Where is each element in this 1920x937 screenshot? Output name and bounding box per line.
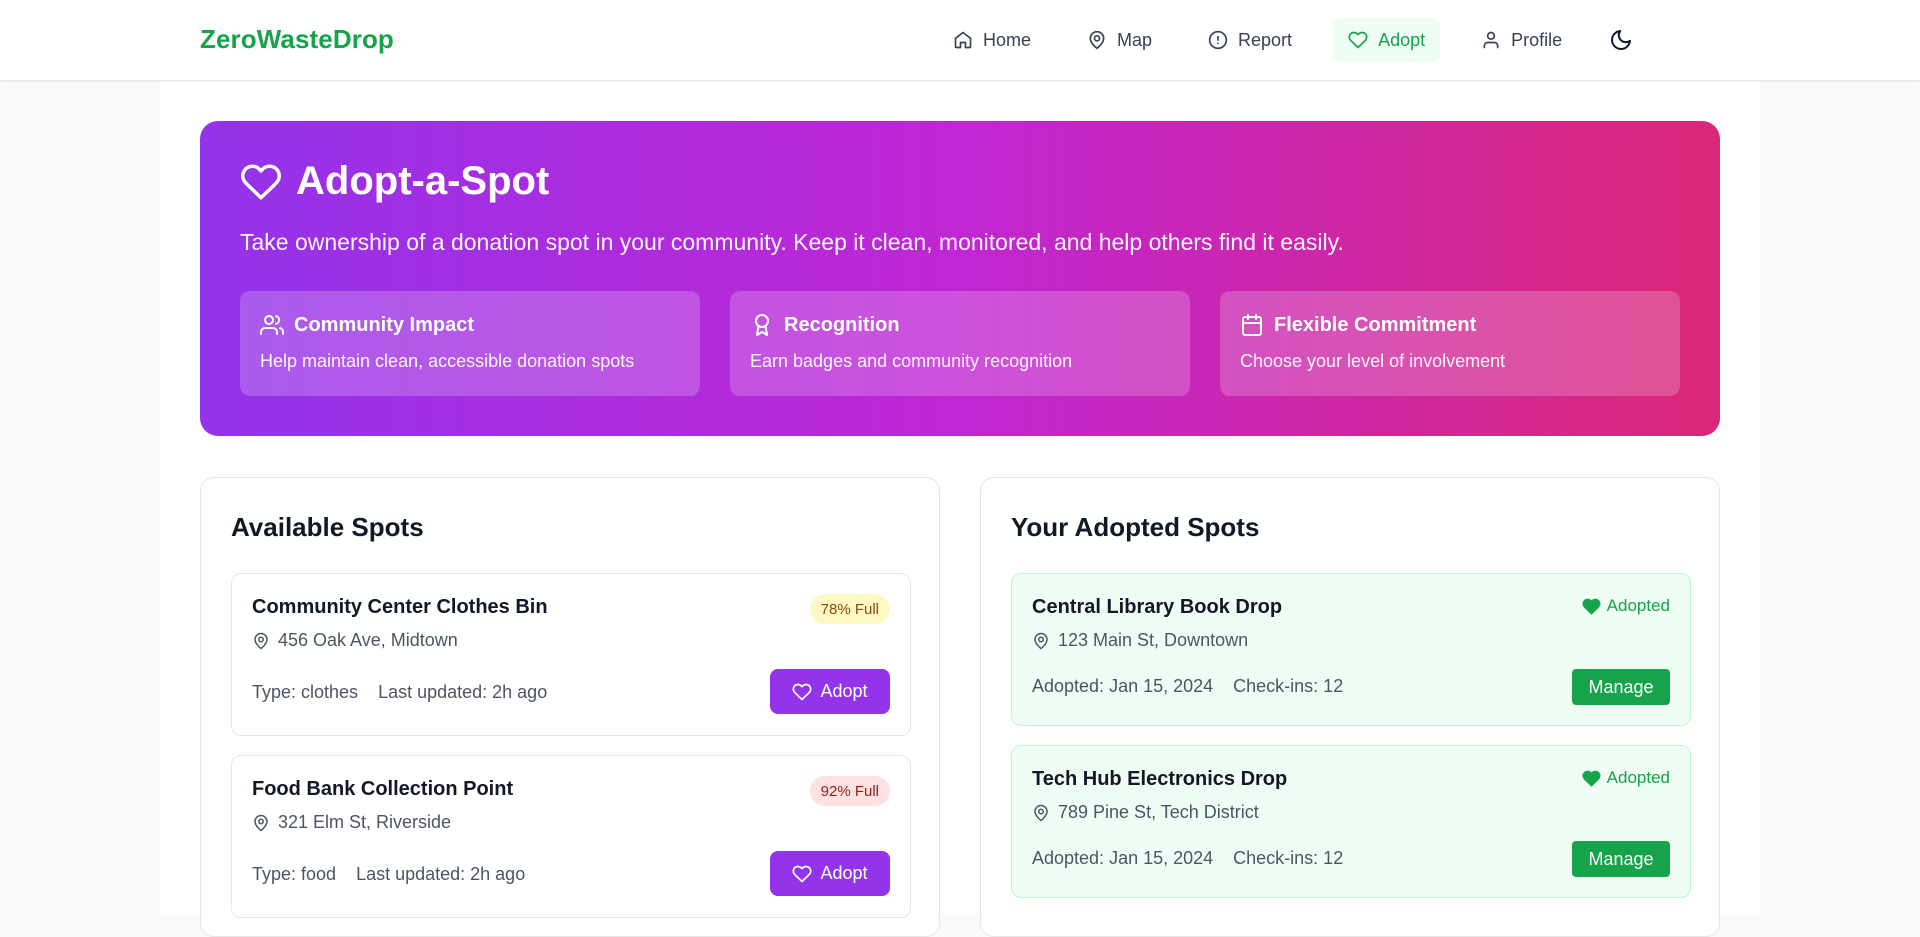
spot-last-updated: Last updated: 2h ago	[378, 682, 548, 702]
manage-button[interactable]: Manage	[1572, 669, 1670, 705]
page-content: Adopt-a-Spot Take ownership of a donatio…	[160, 81, 1760, 937]
spot-name: Food Bank Collection Point	[252, 778, 514, 800]
spot-card: Food Bank Collection Point 92% Full 321 …	[231, 755, 911, 918]
spot-meta: Type: food Last updated: 2h ago	[252, 864, 525, 885]
adopt-button-label: Adopt	[820, 863, 868, 883]
home-icon	[954, 31, 972, 49]
heart-filled-icon	[1582, 770, 1601, 786]
user-icon	[1483, 31, 1499, 49]
adopted-date: Adopted: Jan 15, 2024	[1032, 848, 1214, 868]
adopted-status: Adopted	[1582, 768, 1670, 788]
theme-toggle-button[interactable]	[1601, 20, 1641, 60]
hero-title: Adopt-a-Spot	[240, 159, 549, 204]
heart-icon	[792, 865, 812, 882]
feature-header: Recognition	[750, 313, 1170, 337]
adopted-spot-card: Tech Hub Electronics Drop Adopted 789 Pi…	[1011, 745, 1691, 898]
feature-description: Help maintain clean, accessible donation…	[260, 351, 635, 371]
adopted-date: Adopted: Jan 15, 2024	[1032, 676, 1214, 696]
map-pin-icon	[1089, 30, 1105, 50]
users-icon	[260, 315, 284, 335]
panel-title: Your Adopted Spots	[1011, 512, 1260, 542]
spot-meta: Type: clothes Last updated: 2h ago	[252, 682, 547, 703]
hero-subtitle: Take ownership of a donation spot in you…	[240, 229, 1344, 255]
nav-item-label: Report	[1238, 29, 1293, 50]
feature-description: Earn badges and community recognition	[750, 351, 1073, 371]
spot-meta: Adopted: Jan 15, 2024 Check-ins: 12	[1032, 676, 1343, 697]
spot-address: 789 Pine St, Tech District	[1032, 802, 1259, 823]
map-pin-icon	[254, 814, 268, 831]
spot-name: Tech Hub Electronics Drop	[1032, 768, 1288, 790]
adopt-hero-banner: Adopt-a-Spot Take ownership of a donatio…	[200, 121, 1720, 436]
heart-icon	[241, 163, 281, 199]
spot-name: Central Library Book Drop	[1032, 596, 1283, 618]
spot-address: 123 Main St, Downtown	[1032, 630, 1248, 651]
adopt-button[interactable]: Adopt	[770, 669, 890, 714]
fill-level-badge: 92% Full	[809, 776, 890, 806]
nav-item-label: Map	[1117, 29, 1153, 50]
adopted-spot-card: Central Library Book Drop Adopted 123 Ma…	[1011, 573, 1691, 726]
adopt-button[interactable]: Adopt	[770, 851, 890, 896]
manage-button[interactable]: Manage	[1572, 841, 1670, 877]
feature-title: Recognition	[784, 313, 900, 336]
heart-filled-icon	[1582, 598, 1601, 614]
spot-address: 456 Oak Ave, Midtown	[252, 630, 458, 651]
map-pin-icon	[254, 632, 268, 649]
checkins-count: Check-ins: 12	[1233, 848, 1344, 868]
nav-item-profile[interactable]: Profile	[1466, 18, 1577, 62]
nav-item-label: Home	[983, 29, 1032, 50]
available-spots-panel: Available Spots Community Center Clothes…	[200, 477, 940, 937]
spot-address: 321 Elm St, Riverside	[252, 812, 451, 833]
spot-address-text: 321 Elm St, Riverside	[278, 812, 452, 832]
adopted-status-label: Adopted	[1606, 768, 1670, 787]
feature-card-flexible-commitment: Flexible Commitment Choose your level of…	[1220, 291, 1680, 396]
spot-card: Community Center Clothes Bin 78% Full 45…	[231, 573, 911, 736]
spot-name: Community Center Clothes Bin	[252, 596, 548, 618]
nav-item-home[interactable]: Home	[938, 18, 1046, 62]
spot-last-updated: Last updated: 2h ago	[356, 864, 526, 884]
map-pin-icon	[1034, 632, 1048, 649]
spot-address-text: 789 Pine St, Tech District	[1058, 802, 1259, 822]
nav-item-map[interactable]: Map	[1072, 18, 1167, 62]
hero-title-text: Adopt-a-Spot	[296, 159, 550, 203]
nav-item-adopt[interactable]: Adopt	[1333, 18, 1441, 62]
spot-type: Type: clothes	[252, 682, 359, 702]
checkins-count: Check-ins: 12	[1233, 676, 1344, 696]
panel-title: Available Spots	[231, 512, 424, 542]
moon-icon	[1611, 30, 1632, 50]
adopt-button-label: Adopt	[820, 681, 868, 701]
feature-header: Community Impact	[260, 313, 680, 337]
brand-logo[interactable]: ZeroWasteDrop	[200, 24, 394, 55]
fill-level-badge: 78% Full	[809, 594, 890, 624]
award-icon	[755, 314, 769, 336]
nav-item-label: Profile	[1511, 29, 1563, 50]
adopted-spots-panel: Your Adopted Spots Central Library Book …	[980, 477, 1720, 937]
feature-title: Flexible Commitment	[1274, 313, 1477, 336]
adopted-status: Adopted	[1582, 596, 1670, 616]
feature-header: Flexible Commitment	[1240, 313, 1660, 337]
nav-item-report[interactable]: Report	[1193, 18, 1307, 62]
adopted-status-label: Adopted	[1606, 596, 1670, 615]
nav-item-label: Adopt	[1378, 29, 1426, 50]
spot-meta: Adopted: Jan 15, 2024 Check-ins: 12	[1032, 848, 1343, 869]
calendar-icon	[1242, 314, 1262, 336]
feature-description: Choose your level of involvement	[1240, 351, 1506, 371]
main-nav: Home Map Report Adopt Profile	[938, 18, 1641, 62]
feature-card-recognition: Recognition Earn badges and community re…	[730, 291, 1190, 396]
heart-icon	[792, 683, 812, 700]
map-pin-icon	[1034, 804, 1048, 821]
spot-type: Type: food	[252, 864, 337, 884]
top-navigation-bar: ZeroWasteDrop Home Map Report Adopt Prof…	[0, 0, 1920, 81]
spot-address-text: 123 Main St, Downtown	[1058, 630, 1249, 650]
feature-card-community-impact: Community Impact Help maintain clean, ac…	[240, 291, 700, 396]
spot-address-text: 456 Oak Ave, Midtown	[278, 630, 458, 650]
alert-circle-icon	[1208, 30, 1228, 50]
feature-title: Community Impact	[294, 313, 475, 336]
heart-icon	[1348, 31, 1368, 49]
